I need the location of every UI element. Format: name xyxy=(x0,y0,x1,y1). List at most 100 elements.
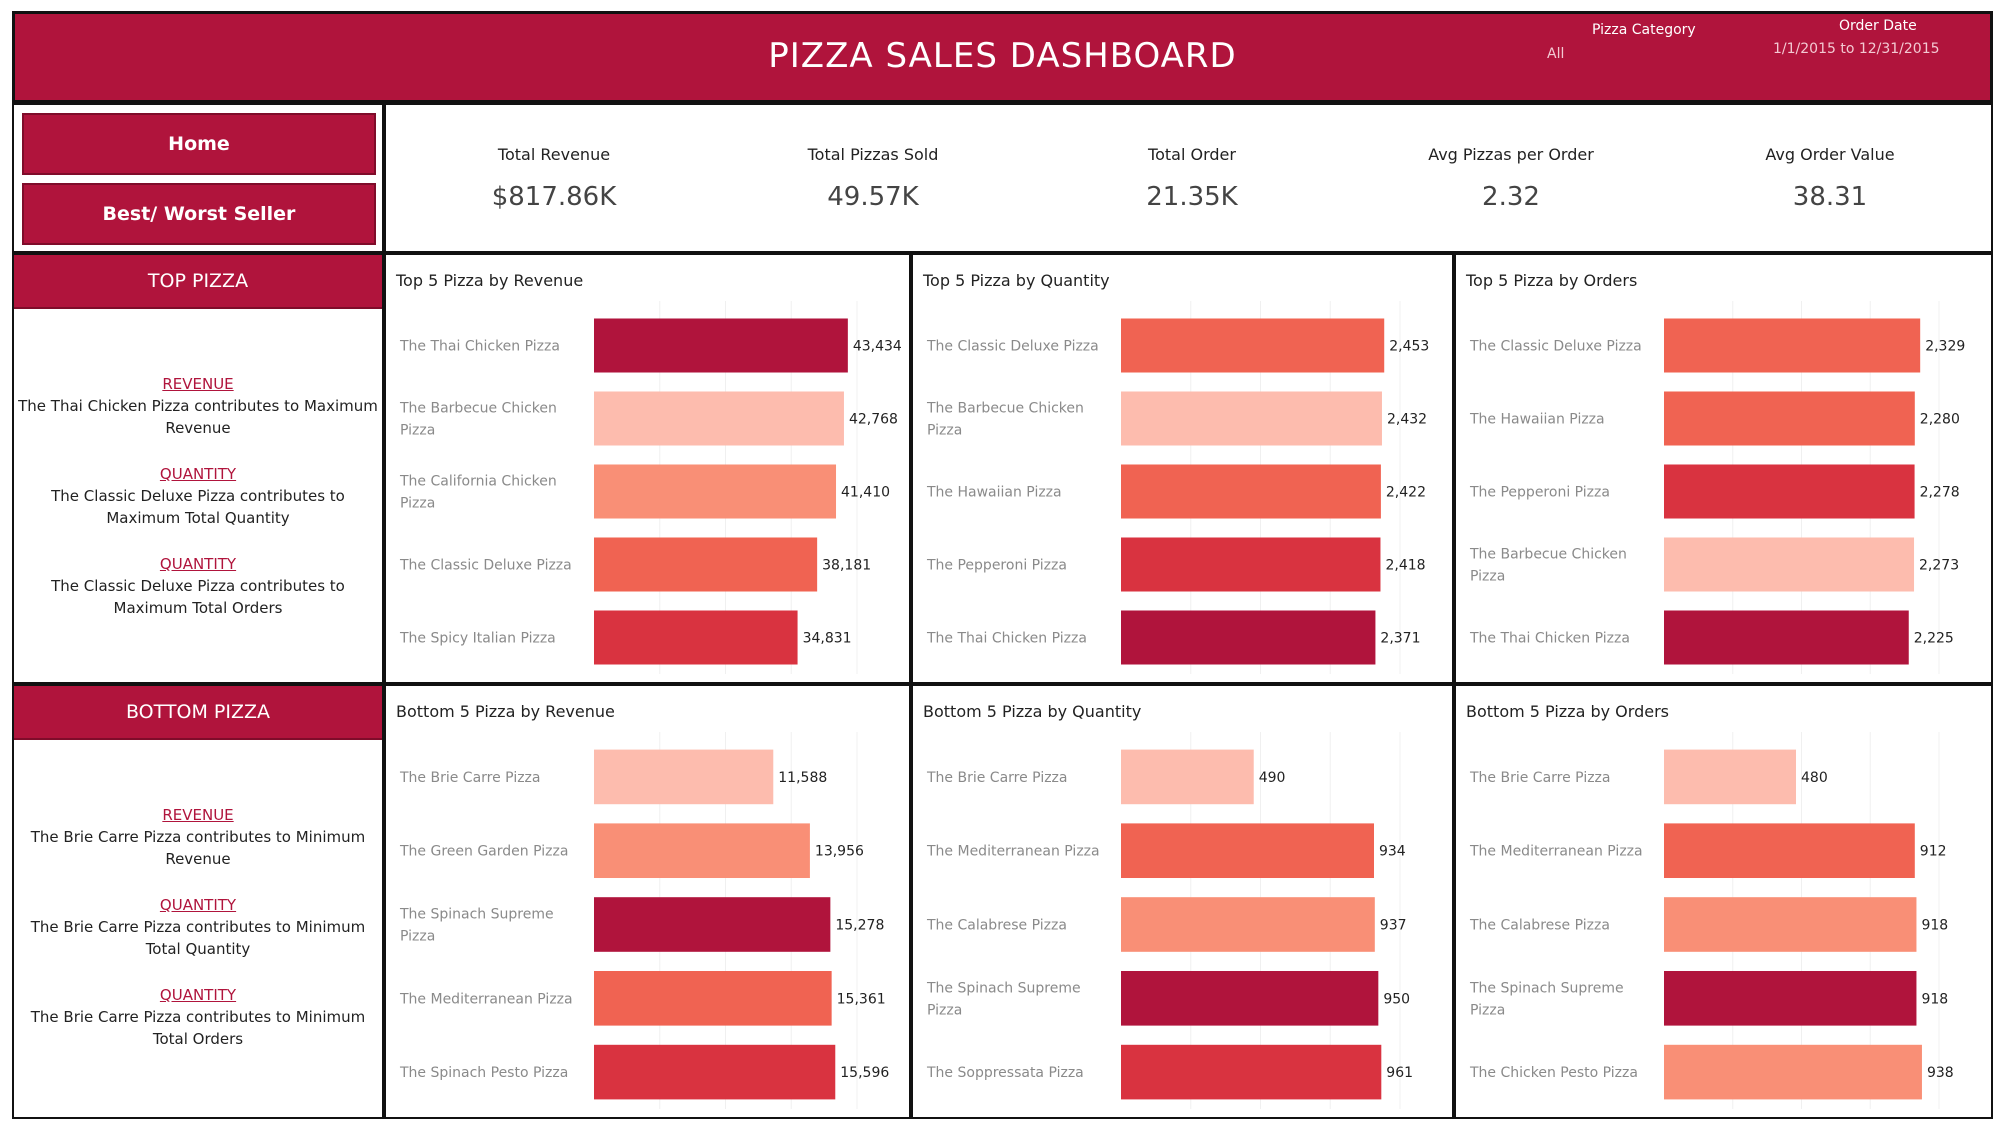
category-label-line: The Barbecue Chicken xyxy=(399,401,557,417)
bar xyxy=(594,970,832,1026)
insight-min-orders: QUANTITY The Brie Carre Pizza contribute… xyxy=(18,984,378,1050)
home-button[interactable]: Home xyxy=(22,113,376,175)
category-label-line: Pizza xyxy=(1470,569,1505,585)
category-label: The Barbecue Chicken Pizza xyxy=(399,401,557,439)
category-label-line: Pizza xyxy=(1470,1002,1505,1018)
category-label-line: The Spicy Italian Pizza xyxy=(399,631,556,647)
bar xyxy=(1664,1044,1922,1100)
insight-min-revenue: REVENUE The Brie Carre Pizza contributes… xyxy=(18,804,378,870)
data-label: 41,410 xyxy=(841,485,890,501)
bar xyxy=(1121,537,1381,592)
insight-text: The Classic Deluxe Pizza contributes to … xyxy=(51,577,345,617)
bar xyxy=(594,391,844,446)
category-label-line: The Chicken Pesto Pizza xyxy=(1469,1065,1638,1081)
category-label: The Spinach Pesto Pizza xyxy=(399,1065,568,1081)
kpi-label: Avg Order Value xyxy=(1765,145,1895,164)
bar xyxy=(594,749,774,805)
bar xyxy=(1664,823,1915,879)
insight-text: The Classic Deluxe Pizza contributes to … xyxy=(51,487,345,527)
category-label-line: The Soppressata Pizza xyxy=(926,1065,1084,1081)
data-label: 2,329 xyxy=(1925,339,1965,355)
category-label: The Calabrese Pizza xyxy=(1469,918,1610,934)
data-label: 43,434 xyxy=(853,339,902,355)
pizza-category-filter-value[interactable]: All xyxy=(1547,46,1564,62)
category-label-line: The Spinach Pesto Pizza xyxy=(399,1065,568,1081)
category-label-line: Pizza xyxy=(400,423,435,439)
category-label: The Pepperoni Pizza xyxy=(1469,485,1610,501)
bar xyxy=(594,537,818,592)
data-label: 934 xyxy=(1379,844,1406,860)
category-label-line: The Classic Deluxe Pizza xyxy=(1469,339,1642,355)
data-label: 2,225 xyxy=(1914,631,1954,647)
data-label: 15,596 xyxy=(840,1065,889,1081)
insight-metric-link[interactable]: QUANTITY xyxy=(18,894,378,916)
category-label-line: The Mediterranean Pizza xyxy=(926,844,1100,860)
bar xyxy=(1121,823,1374,879)
insight-text: The Brie Carre Pizza contributes to Mini… xyxy=(30,918,366,958)
insight-metric-link[interactable]: REVENUE xyxy=(18,373,378,395)
data-label: 938 xyxy=(1927,1065,1954,1081)
category-label: The Brie Carre Pizza xyxy=(1469,770,1610,786)
insight-text: The Thai Chicken Pizza contributes to Ma… xyxy=(18,397,378,437)
kpi-label: Total Pizzas Sold xyxy=(807,145,939,164)
insight-metric-link[interactable]: QUANTITY xyxy=(18,984,378,1006)
bar xyxy=(1664,318,1921,373)
category-label-line: The Thai Chicken Pizza xyxy=(926,631,1087,647)
insight-max-quantity: QUANTITY The Classic Deluxe Pizza contri… xyxy=(18,463,378,529)
insight-text: The Brie Carre Pizza contributes to Mini… xyxy=(30,828,366,868)
category-label: The Chicken Pesto Pizza xyxy=(1469,1065,1638,1081)
category-label: The Spinach Supreme Pizza xyxy=(1469,980,1624,1018)
chart-top-orders: Top 5 Pizza by Orders The Classic Deluxe… xyxy=(1454,253,1993,684)
data-label: 490 xyxy=(1259,770,1286,786)
bottom-pizza-heading: BOTTOM PIZZA xyxy=(14,686,382,740)
data-label: 2,371 xyxy=(1380,631,1420,647)
category-label: The Barbecue Chicken Pizza xyxy=(1469,547,1627,585)
category-label: The Spinach Supreme Pizza xyxy=(926,980,1081,1018)
category-label-line: The Mediterranean Pizza xyxy=(399,991,573,1007)
category-label-line: Pizza xyxy=(927,423,962,439)
category-label-line: The Brie Carre Pizza xyxy=(926,770,1067,786)
insight-metric-link[interactable]: QUANTITY xyxy=(18,463,378,485)
category-label: The Classic Deluxe Pizza xyxy=(1469,339,1642,355)
category-label: The Thai Chicken Pizza xyxy=(926,631,1087,647)
bar xyxy=(594,464,837,519)
data-label: 480 xyxy=(1801,770,1828,786)
category-label-line: The Calabrese Pizza xyxy=(926,918,1067,934)
kpi-total-revenue: Total Revenue $817.86K xyxy=(394,145,714,212)
bar-chart-svg: The Brie Carre Pizza 490 The Mediterranean… xyxy=(926,732,1413,1109)
category-label: The Green Garden Pizza xyxy=(399,844,568,860)
bar xyxy=(1664,610,1909,665)
category-label: The Spicy Italian Pizza xyxy=(399,631,556,647)
category-label: The Thai Chicken Pizza xyxy=(1469,631,1630,647)
insight-max-revenue: REVENUE The Thai Chicken Pizza contribut… xyxy=(18,373,378,439)
insight-metric-link[interactable]: QUANTITY xyxy=(18,553,378,575)
category-label: The Barbecue Chicken Pizza xyxy=(926,401,1084,439)
bar xyxy=(594,823,810,879)
bar xyxy=(1121,749,1254,805)
data-label: 2,280 xyxy=(1920,412,1960,428)
order-date-filter-value[interactable]: 1/1/2015 to 12/31/2015 xyxy=(1773,41,1940,57)
category-label-line: Pizza xyxy=(927,1002,962,1018)
category-label: The Classic Deluxe Pizza xyxy=(399,558,572,574)
bar xyxy=(1664,970,1917,1026)
pizza-category-filter-label: Pizza Category xyxy=(1592,22,1696,38)
data-label: 2,453 xyxy=(1389,339,1429,355)
bar-chart-svg: The Classic Deluxe Pizza 2,453 The Barbecu… xyxy=(926,301,1429,674)
top-pizza-heading: TOP PIZZA xyxy=(14,255,382,309)
chart-bottom-orders: Bottom 5 Pizza by Orders The Brie Carre … xyxy=(1454,684,1993,1119)
bar-chart-svg: The Thai Chicken Pizza 43,434 The Barbecue… xyxy=(399,301,902,674)
bar xyxy=(1121,610,1376,665)
bar xyxy=(1121,970,1379,1026)
best-worst-seller-button[interactable]: Best/ Worst Seller xyxy=(22,183,376,245)
kpi-value: $817.86K xyxy=(491,182,617,212)
data-label: 11,588 xyxy=(778,770,827,786)
category-label-line: The Barbecue Chicken xyxy=(926,401,1084,417)
insight-metric-link[interactable]: REVENUE xyxy=(18,804,378,826)
navigation-panel: Home Best/ Worst Seller xyxy=(12,103,384,253)
category-label: The Hawaiian Pizza xyxy=(1469,412,1605,428)
kpi-avg-pizzas-per-order: Avg Pizzas per Order 2.32 xyxy=(1351,145,1671,212)
category-label: The Mediterranean Pizza xyxy=(1469,844,1643,860)
bar xyxy=(1121,318,1385,373)
category-label: The Pepperoni Pizza xyxy=(926,558,1067,574)
data-label: 950 xyxy=(1383,991,1410,1007)
